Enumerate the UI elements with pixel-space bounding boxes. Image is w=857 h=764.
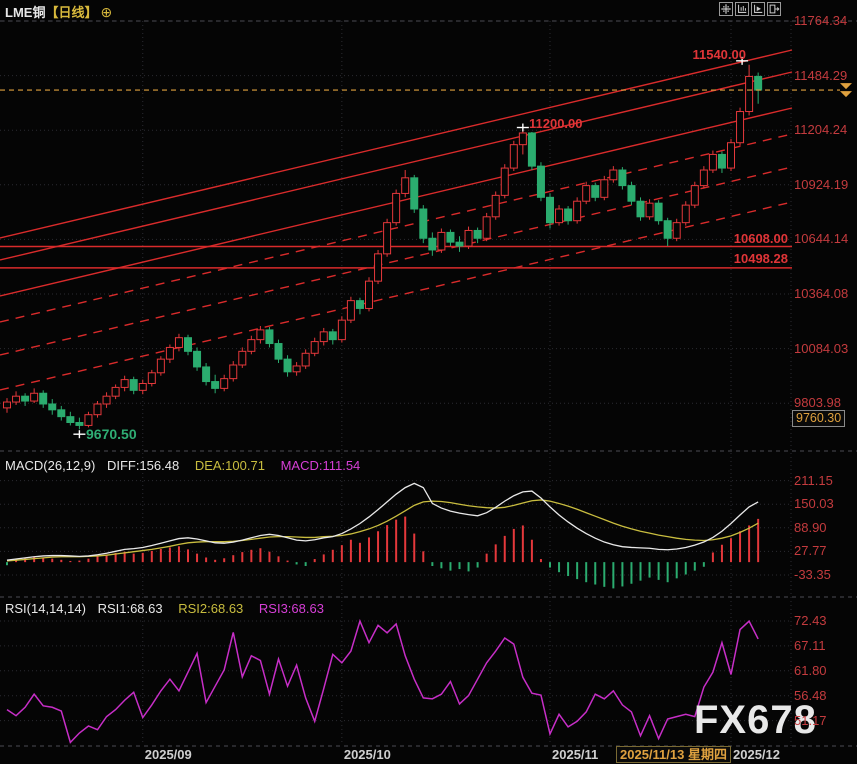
chart-toolbar	[719, 2, 781, 16]
macd-params-label: MACD(26,12,9)	[5, 458, 95, 473]
chart-title: LME铜【日线】⊕	[5, 2, 112, 21]
swing-high-label: 11200.00	[529, 116, 583, 131]
watermark: FX678	[694, 698, 817, 743]
low-price-label: 9670.50	[86, 426, 137, 442]
macd-macd-value: MACD:111.54	[281, 458, 361, 473]
rsi3-value: RSI3:68.63	[259, 601, 324, 616]
axis-scale-right-icon	[752, 3, 764, 15]
exit-view-button[interactable]	[767, 2, 781, 16]
scale-y-axis-button[interactable]	[735, 2, 749, 16]
rsi1-value: RSI1:68.63	[98, 601, 163, 616]
support-line-2-label: 10498.28	[734, 251, 788, 266]
axis-scale-left-icon	[736, 3, 748, 15]
high-price-label: 11540.00	[692, 47, 746, 62]
axis-special-price-badge: 9760.30	[792, 410, 845, 427]
scale-x-axis-button[interactable]	[751, 2, 765, 16]
circle-plus-icon[interactable]: ⊕	[100, 4, 112, 20]
period-label: 【日线】	[45, 5, 97, 20]
crosshair-tool-button[interactable]	[719, 2, 733, 16]
rsi-indicator-header[interactable]: RSI(14,14,14) RSI1:68.63 RSI2:68.63 RSI3…	[5, 601, 324, 616]
exit-icon	[768, 3, 780, 15]
price-chart-canvas[interactable]	[0, 0, 857, 764]
macd-diff-value: DIFF:156.48	[107, 458, 179, 473]
symbol-name: LME铜	[5, 5, 45, 20]
charting-app: LME铜【日线】⊕ 11540.00	[0, 0, 857, 764]
macd-indicator-header[interactable]: MACD(26,12,9) DIFF:156.48 DEA:100.71 MAC…	[5, 458, 360, 473]
macd-dea-value: DEA:100.71	[195, 458, 265, 473]
rsi2-value: RSI2:68.63	[178, 601, 243, 616]
rsi-params-label: RSI(14,14,14)	[5, 601, 86, 616]
crosshair-icon	[720, 3, 732, 15]
selected-date-label: 2025/11/13 星期四	[616, 746, 731, 763]
support-line-1-label: 10608.00	[734, 231, 788, 246]
